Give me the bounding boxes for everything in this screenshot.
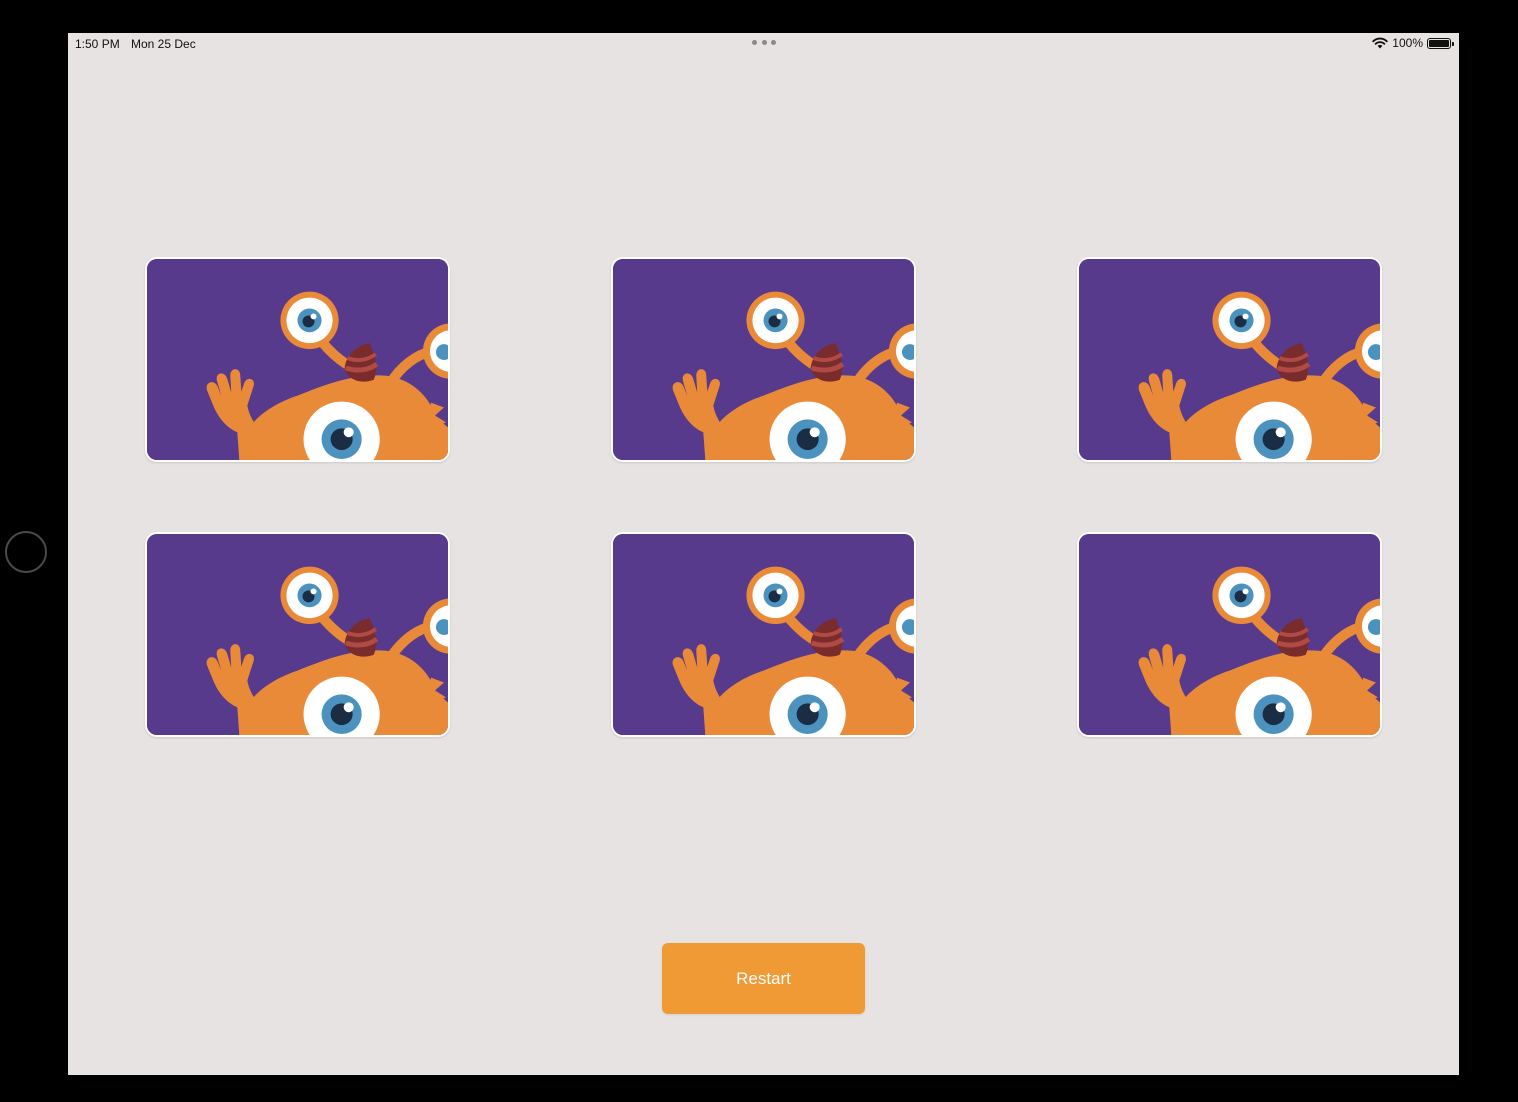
battery-icon [1427,37,1454,49]
monster-card-back-image [1079,534,1380,735]
status-date: Mon 25 Dec [131,37,196,51]
battery-percentage: 100% [1392,36,1423,50]
multitasking-dots-icon[interactable] [752,40,776,46]
monster-card-back-image [147,534,448,735]
battery-level [1429,39,1449,47]
status-indicators: 100% [1372,36,1454,50]
monster-card-back-image [147,259,448,460]
memory-card[interactable] [611,257,916,462]
wifi-icon [1372,37,1388,49]
monster-card-back-image [1079,259,1380,460]
memory-card[interactable] [1077,532,1382,737]
monster-card-back-image [613,534,914,735]
memory-card[interactable] [145,257,450,462]
monster-card-back-image [613,259,914,460]
status-time: 1:50 PM [75,37,120,51]
ipad-frame: 1:50 PM Mon 25 Dec 100% Restart [0,0,1518,1102]
memory-card[interactable] [145,532,450,737]
memory-card[interactable] [611,532,916,737]
app-screen: 1:50 PM Mon 25 Dec 100% Restart [68,33,1459,1075]
status-bar: 1:50 PM Mon 25 Dec 100% [68,33,1459,53]
home-button[interactable] [5,531,47,573]
restart-button[interactable]: Restart [662,943,865,1014]
memory-card[interactable] [1077,257,1382,462]
